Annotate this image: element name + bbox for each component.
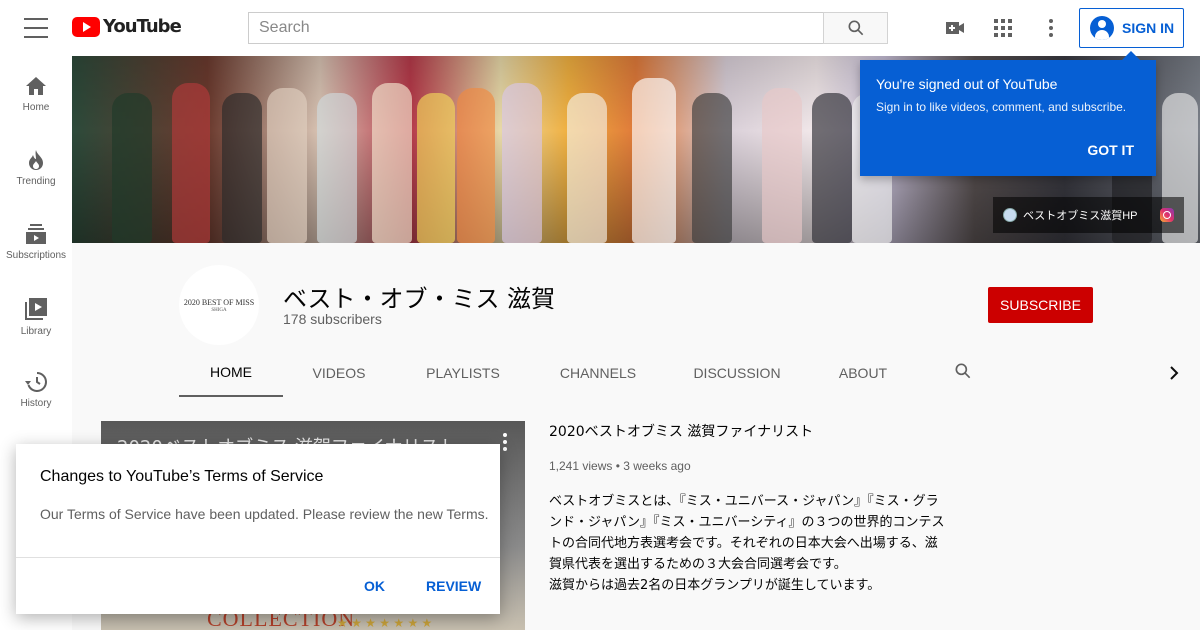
channel-search-icon[interactable] — [953, 361, 977, 385]
account-icon — [1090, 16, 1114, 40]
sign-in-label: SIGN IN — [1122, 20, 1175, 36]
got-it-button[interactable]: GOT IT — [1087, 142, 1134, 158]
sidebar-item-history[interactable]: History — [0, 352, 72, 426]
tab-discussion[interactable]: DISCUSSION — [687, 349, 787, 397]
tab-channels[interactable]: CHANNELS — [549, 349, 647, 397]
tab-home[interactable]: HOME — [179, 349, 283, 397]
youtube-play-icon — [72, 16, 100, 37]
featured-video-title[interactable]: 2020ベストオブミス 滋賀ファイナリスト — [549, 421, 949, 441]
subscriber-count: 178 subscribers — [283, 311, 382, 327]
settings-more-icon[interactable] — [1039, 16, 1063, 40]
sign-in-button[interactable]: SIGN IN — [1079, 8, 1184, 48]
sidebar-item-label: Home — [22, 102, 50, 113]
channel-header: 2020 BEST OF MISS SHIGA ベスト・オブ・ミス 滋賀 178… — [72, 243, 1200, 397]
player-more-icon[interactable] — [503, 433, 507, 451]
featured-video-info: 2020ベストオブミス 滋賀ファイナリスト 1,241 views • 3 we… — [549, 421, 949, 596]
tab-playlists[interactable]: PLAYLISTS — [415, 349, 511, 397]
featured-video-meta: 1,241 views • 3 weeks ago — [549, 459, 691, 473]
library-icon — [25, 298, 47, 320]
featured-video-description: ベストオブミスとは、『ミス・ユニバース・ジャパン』『ミス・グランド・ジャパン』『… — [549, 494, 945, 593]
review-button[interactable]: REVIEW — [426, 578, 481, 594]
sidebar-item-label: History — [20, 398, 52, 409]
sidebar-item-label: Trending — [16, 176, 56, 187]
sidebar-item-library[interactable]: Library — [0, 278, 72, 352]
signed-out-tooltip: You're signed out of YouTube Sign in to … — [860, 51, 1156, 176]
thumbnail-stars: ★ ★ ★ ★ ★ ★ ★ — [337, 616, 433, 630]
search-input[interactable] — [248, 12, 824, 44]
sidebar-item-subscriptions[interactable]: Subscriptions — [0, 204, 72, 278]
youtube-logo[interactable]: YouTube — [72, 16, 182, 37]
sidebar-item-label: Library — [20, 326, 52, 337]
channel-avatar[interactable]: 2020 BEST OF MISS SHIGA — [179, 265, 259, 345]
tabs-next-chevron-icon[interactable] — [1162, 361, 1186, 385]
channel-name: ベスト・オブ・ミス 滋賀 — [283, 285, 556, 313]
trending-icon — [29, 150, 43, 170]
banner-link-homepage[interactable]: ベストオブミス滋賀HP — [993, 197, 1184, 233]
sidebar-item-home[interactable]: Home — [0, 56, 72, 130]
avatar-subtext: SHIGA — [211, 307, 227, 313]
home-icon — [26, 77, 46, 95]
subscriptions-icon — [26, 224, 46, 244]
dialog-divider — [16, 557, 500, 558]
terms-of-service-dialog: Changes to YouTube’s Terms of Service Ou… — [16, 444, 500, 614]
sidebar-item-trending[interactable]: Trending — [0, 130, 72, 204]
instagram-icon[interactable] — [1160, 208, 1174, 222]
tab-about[interactable]: ABOUT — [827, 349, 899, 397]
dialog-title: Changes to YouTube’s Terms of Service — [40, 468, 324, 485]
tooltip-body: Sign in to like videos, comment, and sub… — [876, 100, 1127, 114]
globe-icon — [1003, 208, 1017, 222]
search-icon — [848, 20, 863, 36]
history-icon — [25, 372, 47, 392]
search-button[interactable] — [823, 12, 888, 44]
ok-button[interactable]: OK — [364, 578, 385, 594]
tooltip-title: You're signed out of YouTube — [876, 76, 1058, 92]
subscribe-button[interactable]: SUBSCRIBE — [988, 287, 1093, 323]
masthead: YouTube SIGN IN — [0, 0, 1200, 56]
sidebar-item-label: Subscriptions — [5, 250, 67, 261]
tab-videos[interactable]: VIDEOS — [299, 349, 379, 397]
apps-grid-icon[interactable] — [991, 16, 1015, 40]
create-video-icon[interactable] — [943, 16, 967, 40]
menu-icon[interactable] — [24, 18, 48, 38]
banner-link-label: ベストオブミス滋賀HP — [1023, 210, 1138, 222]
logo-text: YouTube — [103, 16, 182, 37]
dialog-body: Our Terms of Service have been updated. … — [40, 506, 489, 522]
avatar-text: 2020 BEST OF MISS — [183, 297, 255, 307]
